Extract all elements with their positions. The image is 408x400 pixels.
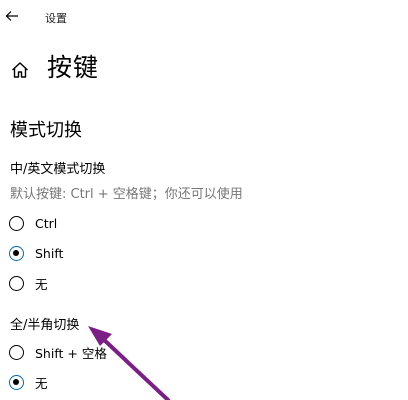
group-description: 默认按键: Ctrl + 空格键；你还可以使用: [10, 187, 243, 202]
back-button[interactable]: [4, 6, 20, 26]
radio-option-shift-space[interactable]: Shift + 空格: [9, 342, 107, 362]
home-icon: [12, 62, 28, 78]
radio-option-shift[interactable]: Shift: [9, 243, 63, 263]
radio-button[interactable]: [9, 344, 24, 360]
radio-option-ctrl[interactable]: Ctrl: [9, 213, 57, 233]
group-title-width-switch: 全/半角切换: [10, 318, 80, 333]
back-arrow-icon: [5, 11, 18, 21]
radio-label: 无: [35, 375, 48, 391]
radio-option-none[interactable]: 无: [9, 273, 48, 293]
radio-button-selected[interactable]: [9, 374, 24, 390]
radio-label: Shift + 空格: [35, 345, 107, 361]
settings-window: 设置 按键 模式切换 中/英文模式切换 默认按键: Ctrl + 空格键；你还可…: [0, 0, 408, 400]
radio-option-none-width[interactable]: 无: [9, 372, 48, 392]
radio-button[interactable]: [9, 215, 24, 231]
section-title: 模式切换: [10, 120, 82, 141]
group-title-mode-switch: 中/英文模式切换: [10, 162, 106, 177]
radio-label: Shift: [35, 245, 64, 261]
radio-button-selected[interactable]: [9, 245, 24, 261]
window-title: 设置: [45, 12, 67, 25]
radio-label: 无: [35, 276, 48, 292]
radio-button[interactable]: [9, 275, 24, 291]
page-title: 按键: [47, 53, 100, 82]
radio-label: Ctrl: [35, 215, 58, 231]
